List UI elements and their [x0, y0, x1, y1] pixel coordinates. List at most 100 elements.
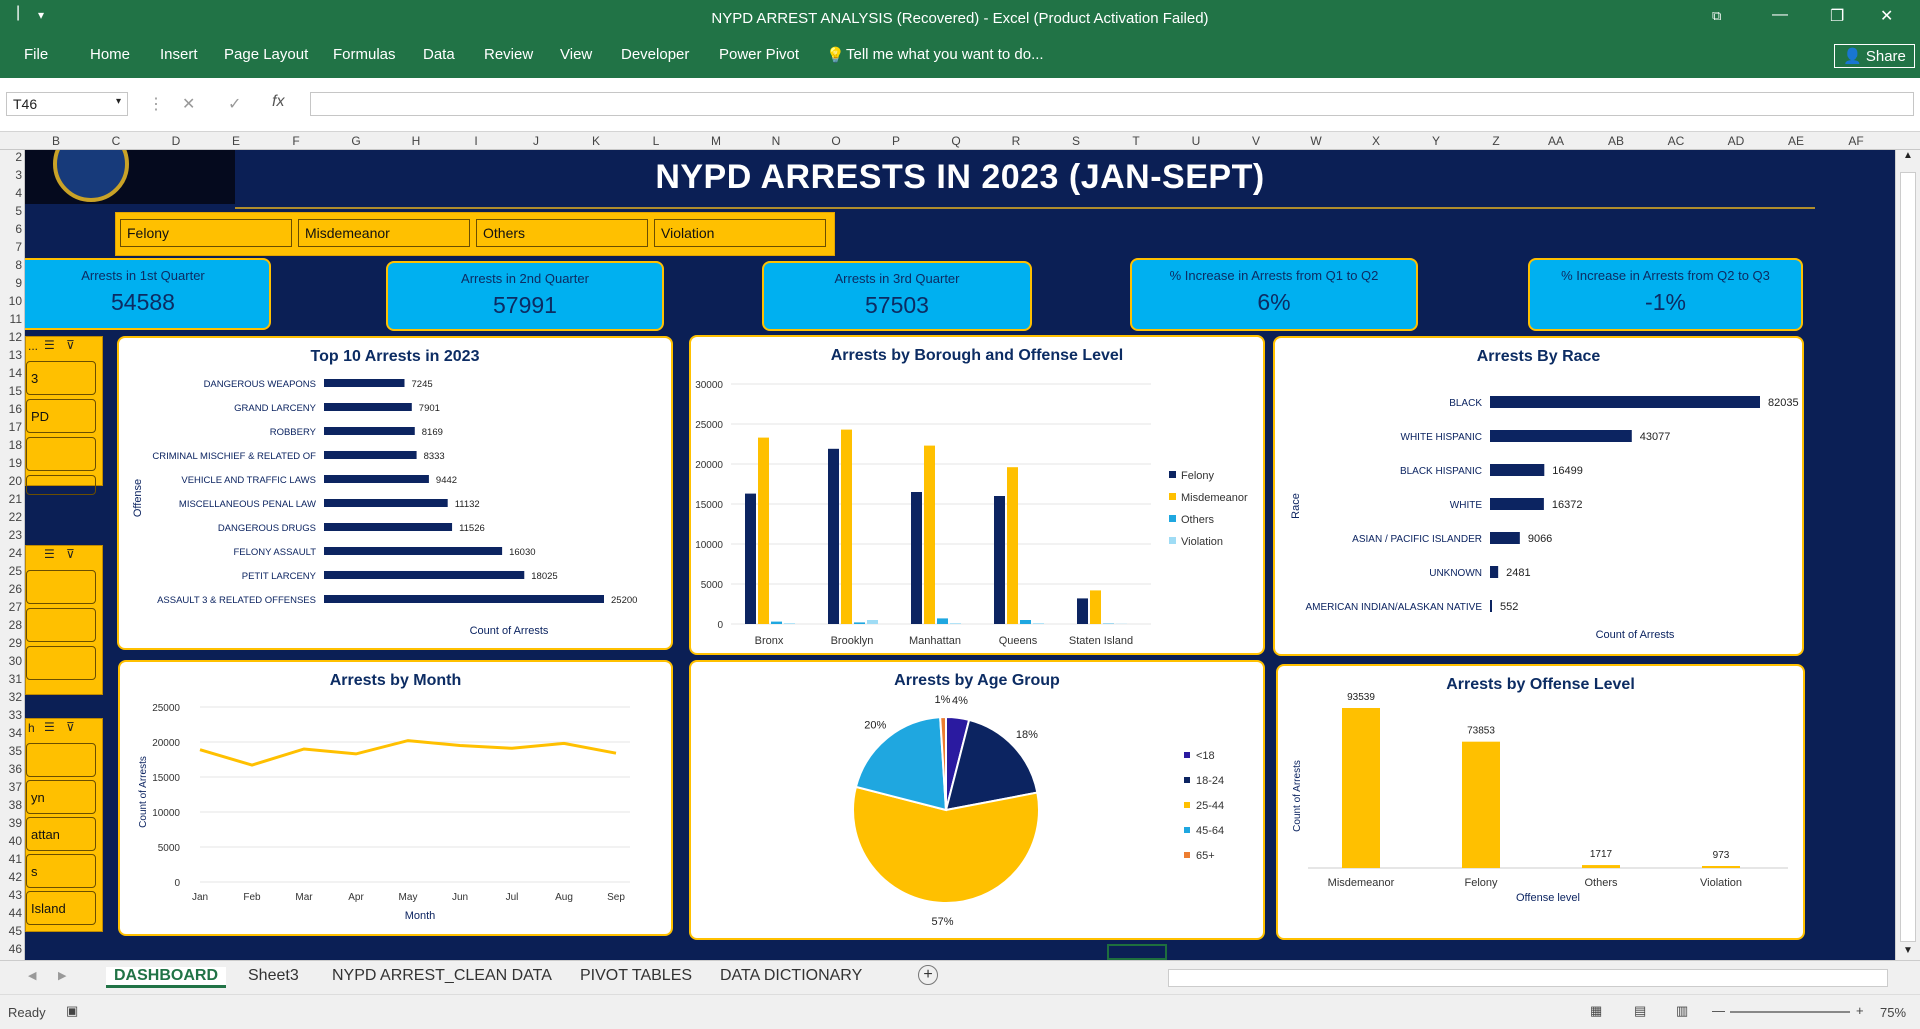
column-header[interactable]: G	[336, 134, 376, 148]
row-header[interactable]: 22	[0, 510, 22, 524]
selected-cell-t46[interactable]	[1107, 944, 1167, 960]
quick-access-icon[interactable]: |	[16, 4, 20, 22]
tab-pivot-tables[interactable]: PIVOT TABLES	[580, 967, 692, 985]
column-header[interactable]: F	[276, 134, 316, 148]
column-header[interactable]: Q	[936, 134, 976, 148]
column-header[interactable]: I	[456, 134, 496, 148]
column-header[interactable]: Y	[1416, 134, 1456, 148]
share-button[interactable]: 👤 Share	[1834, 44, 1915, 68]
column-header[interactable]: W	[1296, 134, 1336, 148]
column-header[interactable]: AD	[1716, 134, 1756, 148]
tab-power-pivot[interactable]: Power Pivot	[719, 46, 799, 63]
column-header[interactable]: T	[1116, 134, 1156, 148]
row-header[interactable]: 20	[0, 474, 22, 488]
tab-prev-icon[interactable]: ◀	[28, 969, 36, 982]
row-header[interactable]: 41	[0, 852, 22, 866]
row-header[interactable]: 14	[0, 366, 22, 380]
column-header[interactable]: AF	[1836, 134, 1876, 148]
row-header[interactable]: 17	[0, 420, 22, 434]
column-header[interactable]: AA	[1536, 134, 1576, 148]
close-icon[interactable]: ✕	[1880, 6, 1893, 26]
slicer-misdemeanor[interactable]: Misdemeanor	[298, 219, 470, 247]
row-header[interactable]: 24	[0, 546, 22, 560]
row-header[interactable]: 18	[0, 438, 22, 452]
column-header[interactable]: E	[216, 134, 256, 148]
side-slicer-2-item[interactable]	[26, 646, 96, 680]
row-header[interactable]: 4	[0, 186, 22, 200]
row-header[interactable]: 35	[0, 744, 22, 758]
side-slicer-2-item[interactable]	[26, 570, 96, 604]
column-header[interactable]: N	[756, 134, 796, 148]
normal-view-icon[interactable]: ▦	[1590, 1003, 1602, 1019]
function-icon[interactable]: fx	[272, 93, 284, 111]
customize-qat-icon[interactable]: ▾	[38, 8, 44, 22]
row-header[interactable]: 34	[0, 726, 22, 740]
column-header[interactable]: X	[1356, 134, 1396, 148]
chart-month[interactable]: Arrests by Month 25000 20000 15000 10000 500…	[118, 660, 673, 936]
clear-filter-icon[interactable]: ⊽	[66, 547, 75, 561]
tab-dashboard[interactable]: DASHBOARD	[106, 967, 226, 988]
row-header[interactable]: 46	[0, 942, 22, 956]
row-header[interactable]: 36	[0, 762, 22, 776]
enter-icon[interactable]: ✓	[228, 94, 241, 114]
row-header[interactable]: 16	[0, 402, 22, 416]
row-header[interactable]: 31	[0, 672, 22, 686]
multiselect-icon[interactable]: ☰	[44, 547, 55, 561]
column-header[interactable]: L	[636, 134, 676, 148]
row-header[interactable]: 32	[0, 690, 22, 704]
chart-age[interactable]: Arrests by Age Group 4% 18% 57% 20% 1% <18 18-…	[689, 660, 1265, 940]
tab-data-dictionary[interactable]: DATA DICTIONARY	[720, 967, 862, 985]
tab-clean-data[interactable]: NYPD ARREST_CLEAN DATA	[332, 967, 552, 985]
row-header[interactable]: 42	[0, 870, 22, 884]
column-header[interactable]: K	[576, 134, 616, 148]
row-header[interactable]: 10	[0, 294, 22, 308]
slicer-felony[interactable]: Felony	[120, 219, 292, 247]
cancel-icon[interactable]: ✕	[182, 94, 195, 114]
row-header[interactable]: 38	[0, 798, 22, 812]
column-header[interactable]: R	[996, 134, 1036, 148]
column-header[interactable]: Z	[1476, 134, 1516, 148]
column-header[interactable]: D	[156, 134, 196, 148]
column-header[interactable]: AB	[1596, 134, 1636, 148]
row-header[interactable]: 40	[0, 834, 22, 848]
row-header[interactable]: 39	[0, 816, 22, 830]
side-slicer-3-item[interactable]: attan	[26, 817, 96, 851]
vertical-scrollbar[interactable]: ▲ ▼	[1895, 150, 1920, 960]
add-sheet-icon[interactable]: +	[918, 965, 938, 985]
row-header[interactable]: 2	[0, 150, 22, 164]
side-slicer-1-item[interactable]: 3	[26, 361, 96, 395]
tab-insert[interactable]: Insert	[160, 46, 198, 63]
side-slicer-1-item[interactable]	[26, 437, 96, 471]
ribbon-display-icon[interactable]: ⧉	[1712, 8, 1721, 24]
multiselect-icon[interactable]: ☰	[44, 338, 55, 352]
tab-review[interactable]: Review	[484, 46, 533, 63]
row-header[interactable]: 26	[0, 582, 22, 596]
column-header[interactable]: B	[36, 134, 76, 148]
tab-view[interactable]: View	[560, 46, 592, 63]
minimize-icon[interactable]: —	[1772, 6, 1788, 24]
row-header[interactable]: 44	[0, 906, 22, 920]
row-header[interactable]: 12	[0, 330, 22, 344]
slicer-others[interactable]: Others	[476, 219, 648, 247]
row-header[interactable]: 25	[0, 564, 22, 578]
macro-record-icon[interactable]: ▣	[66, 1003, 78, 1019]
column-header[interactable]: C	[96, 134, 136, 148]
side-slicer-3-item[interactable]: Island	[26, 891, 96, 925]
side-slicer-3-item[interactable]: yn	[26, 780, 96, 814]
scroll-up-icon[interactable]: ▲	[1903, 150, 1913, 161]
chart-race[interactable]: Arrests By Race BLACK 82035 WHITE HISPANIC…	[1273, 336, 1804, 656]
column-header[interactable]: J	[516, 134, 556, 148]
chart-offense-level[interactable]: Arrests by Offense Level 93539 Misdemeano…	[1276, 664, 1805, 940]
side-slicer-2-item[interactable]	[26, 608, 96, 642]
chart-borough[interactable]: Arrests by Borough and Offense Level 300…	[689, 335, 1265, 655]
scroll-thumb[interactable]	[1900, 172, 1916, 942]
row-header[interactable]: 37	[0, 780, 22, 794]
side-slicer-1-item[interactable]	[26, 475, 96, 495]
tab-home[interactable]: Home	[90, 46, 130, 63]
side-slicer-3-item[interactable]: s	[26, 854, 96, 888]
row-header[interactable]: 9	[0, 276, 22, 290]
tab-data[interactable]: Data	[423, 46, 455, 63]
scroll-down-icon[interactable]: ▼	[1903, 945, 1913, 956]
clear-filter-icon[interactable]: ⊽	[66, 338, 75, 352]
row-header[interactable]: 19	[0, 456, 22, 470]
